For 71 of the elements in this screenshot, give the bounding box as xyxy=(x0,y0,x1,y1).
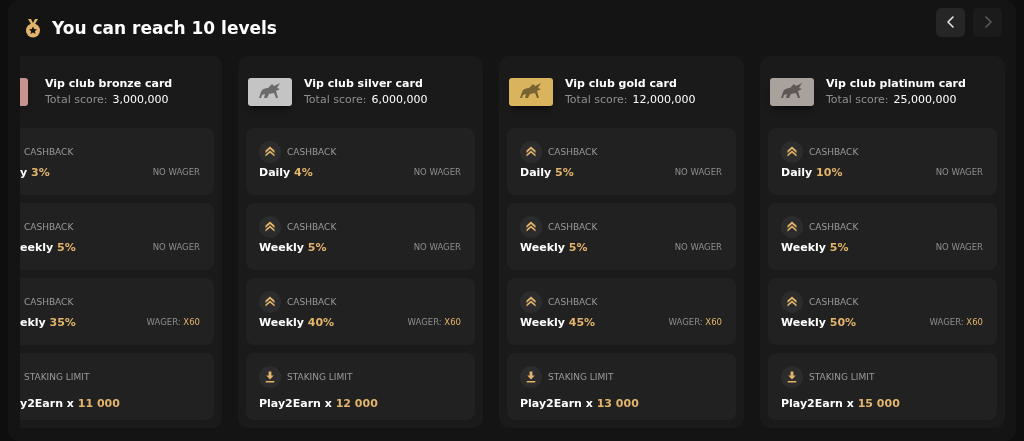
perk-label: CASHBACK xyxy=(809,147,859,157)
download-icon xyxy=(781,366,803,388)
wager-label: WAGER: X60 xyxy=(407,317,461,328)
card-name: Vip club gold card xyxy=(565,77,678,91)
score-label: Total score: xyxy=(304,93,367,107)
perk-value: Play2Earn x 13 000 xyxy=(520,397,639,410)
perk-value: Weekly 50% xyxy=(781,316,857,329)
perk-label: CASHBACK xyxy=(24,147,74,157)
perk-value: Play2Earn x 12 000 xyxy=(259,397,378,410)
score-label: Total score: xyxy=(45,93,108,107)
perk-value: Daily 5% xyxy=(520,166,574,179)
perk-value: Play2Earn x 15 000 xyxy=(781,397,900,410)
perk-value: Weekly 5% xyxy=(259,241,327,254)
perk-label: CASHBACK xyxy=(548,297,598,307)
card-name: Vip club silver card xyxy=(304,77,424,91)
wager-label: NO WAGER xyxy=(935,167,983,178)
chevrons-icon xyxy=(781,291,803,313)
perk-value: Weekly 40% xyxy=(259,316,335,329)
score-label: Total score: xyxy=(565,93,628,107)
perk-label: CASHBACK xyxy=(287,222,337,232)
previous-button[interactable] xyxy=(936,7,965,37)
score-value: 12,000,000 xyxy=(632,93,696,107)
chevrons-icon xyxy=(520,291,542,313)
perk-label: STAKING LIMIT xyxy=(809,372,875,382)
perk-label: CASHBACK xyxy=(24,297,74,307)
wager-label: WAGER: X60 xyxy=(929,317,983,328)
wager-label: NO WAGER xyxy=(413,167,461,178)
section-title: You can reach 10 levels xyxy=(52,18,277,38)
perk-label: CASHBACK xyxy=(809,297,859,307)
score-label: Total score: xyxy=(826,93,889,107)
wager-label: NO WAGER xyxy=(152,167,200,178)
download-icon xyxy=(259,366,281,388)
wager-label: NO WAGER xyxy=(152,242,200,253)
perk-value: Weekly 5% xyxy=(520,241,588,254)
perk-value: Weekly 5% xyxy=(781,241,849,254)
perk-label: CASHBACK xyxy=(24,222,74,232)
chevrons-icon xyxy=(259,291,281,313)
score-value: 3,000,000 xyxy=(112,93,169,107)
perk-label: CASHBACK xyxy=(287,147,337,157)
score-value: 25,000,000 xyxy=(893,93,957,107)
chevrons-icon xyxy=(520,216,542,238)
wager-label: WAGER: X60 xyxy=(146,317,200,328)
perk-label: CASHBACK xyxy=(809,222,859,232)
perk-label: STAKING LIMIT xyxy=(548,372,614,382)
perk-label: CASHBACK xyxy=(287,297,337,307)
chevrons-icon xyxy=(520,141,542,163)
perk-label: CASHBACK xyxy=(548,222,598,232)
wager-label: NO WAGER xyxy=(674,242,722,253)
wager-label: NO WAGER xyxy=(674,167,722,178)
perk-value: eekly 5% xyxy=(20,241,76,254)
wager-label: NO WAGER xyxy=(935,242,983,253)
perk-label: STAKING LIMIT xyxy=(287,372,353,382)
wager-label: WAGER: X60 xyxy=(668,317,722,328)
perk-label: CASHBACK xyxy=(548,147,598,157)
perk-value: y2Earn x 11 000 xyxy=(20,397,120,410)
chevrons-icon xyxy=(781,216,803,238)
download-icon xyxy=(520,366,542,388)
perk-value: y 3% xyxy=(20,166,50,179)
chevrons-icon xyxy=(259,216,281,238)
score-value: 6,000,000 xyxy=(371,93,428,107)
card-name: Vip club platinum card xyxy=(826,77,966,91)
wager-label: NO WAGER xyxy=(413,242,461,253)
perk-value: Daily 4% xyxy=(259,166,313,179)
chevrons-icon xyxy=(259,141,281,163)
perk-value: Weekly 45% xyxy=(520,316,596,329)
medal-icon xyxy=(24,18,42,38)
card-name: Vip club bronze card xyxy=(45,77,173,91)
perk-value: ekly 35% xyxy=(20,316,76,329)
perk-label: STAKING LIMIT xyxy=(24,372,90,382)
perk-value: Daily 10% xyxy=(781,166,843,179)
chevrons-icon xyxy=(781,141,803,163)
